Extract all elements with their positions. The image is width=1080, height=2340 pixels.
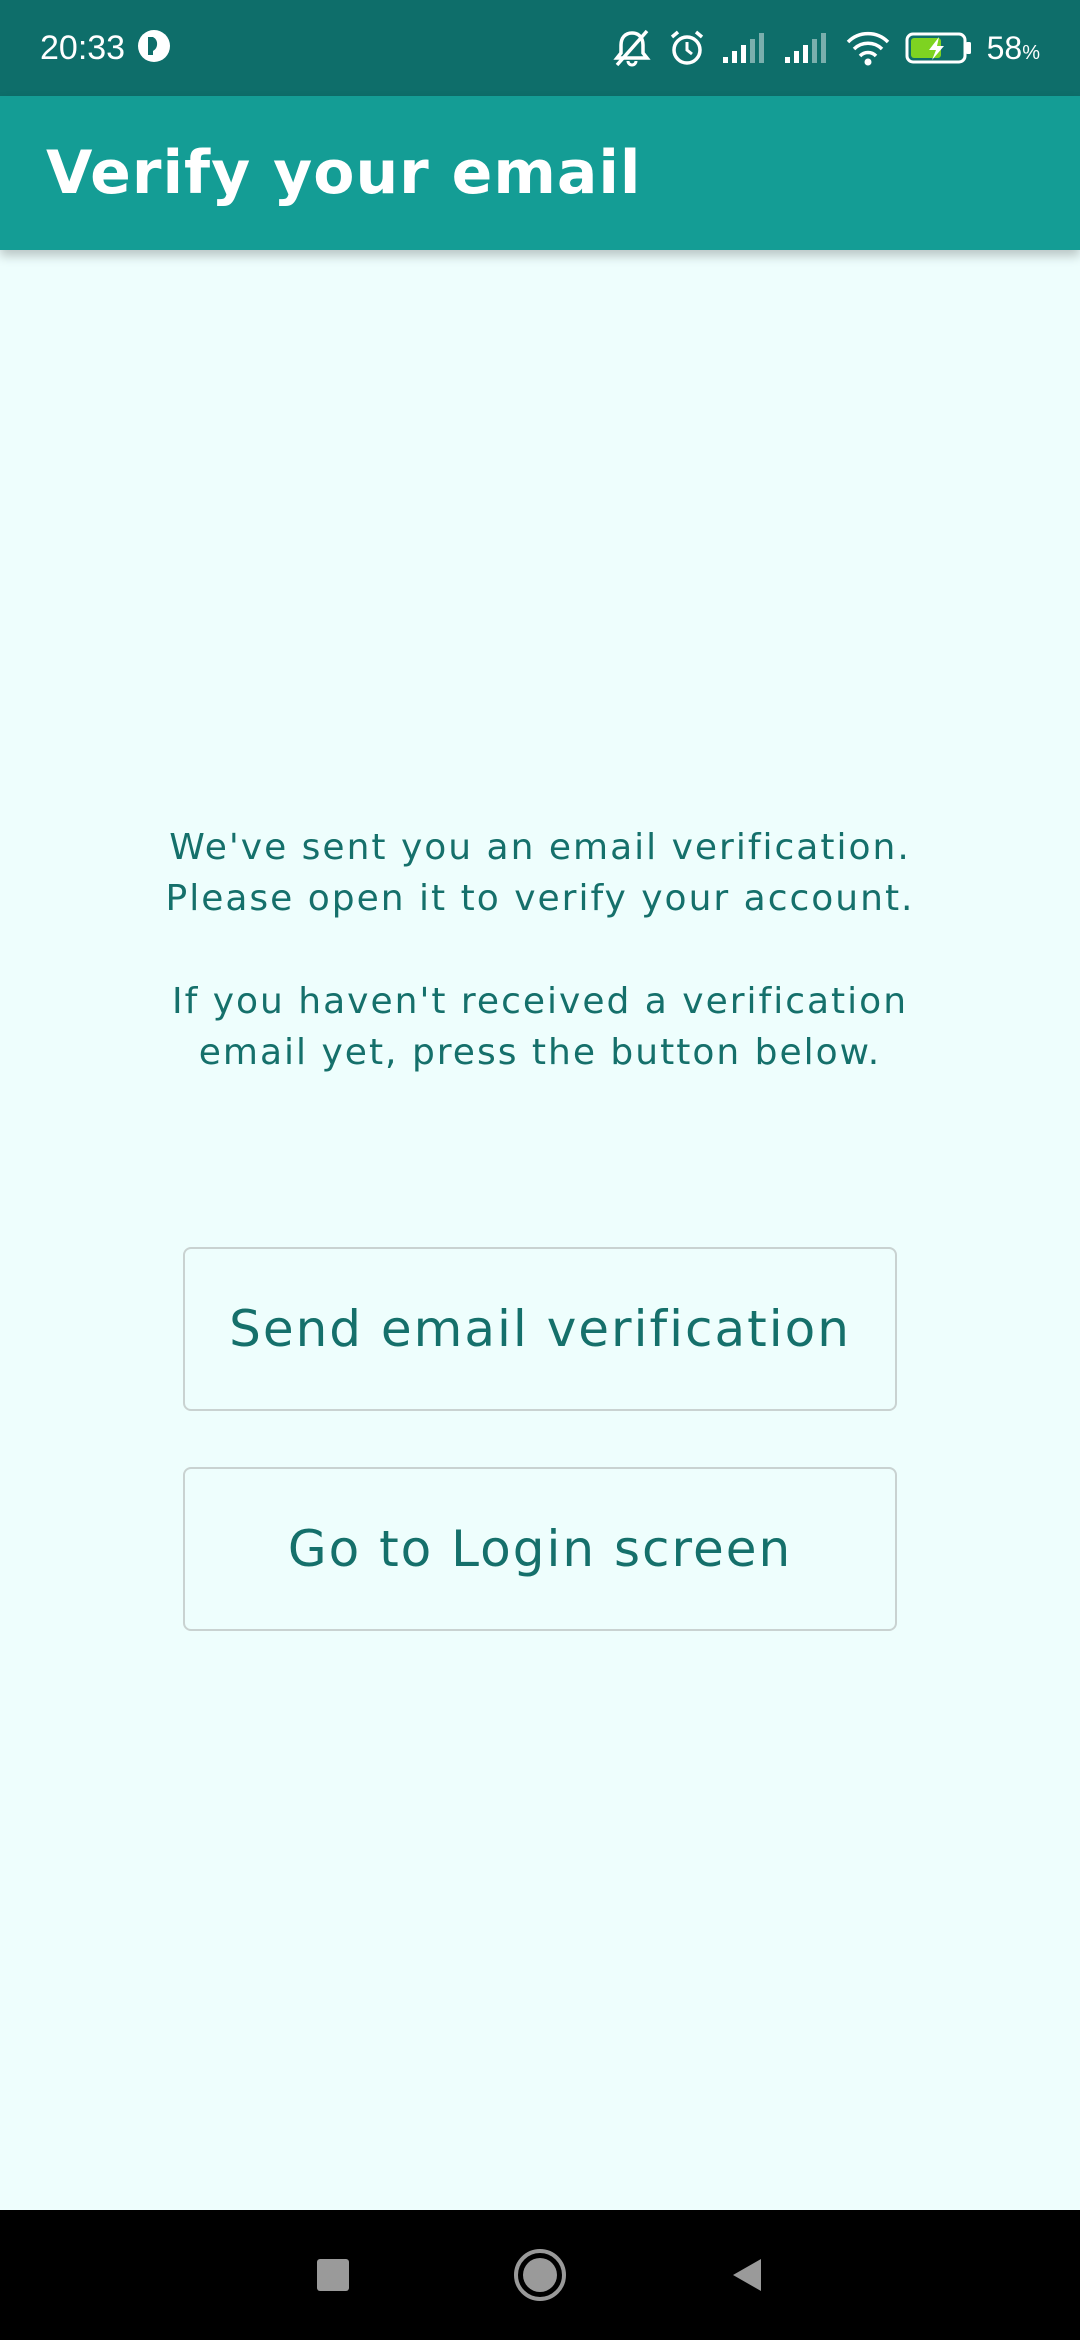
go-to-login-button[interactable]: Go to Login screen bbox=[183, 1467, 897, 1631]
message-line: If you haven't received a verification bbox=[171, 981, 909, 1022]
back-button[interactable] bbox=[707, 2235, 787, 2315]
recents-button[interactable] bbox=[293, 2235, 373, 2315]
send-email-verification-button[interactable]: Send email verification bbox=[183, 1247, 897, 1411]
status-left: 20:33 bbox=[40, 29, 171, 68]
app-notification-icon bbox=[137, 29, 171, 67]
alarm-icon bbox=[667, 28, 707, 68]
home-button[interactable] bbox=[500, 2235, 580, 2315]
signal-icon bbox=[721, 31, 769, 65]
app-bar: Verify your email bbox=[0, 96, 1080, 250]
navigation-bar bbox=[0, 2210, 1080, 2340]
status-time: 20:33 bbox=[40, 28, 126, 67]
message-line: We've sent you an email verification. bbox=[169, 827, 911, 868]
battery-charging-icon bbox=[905, 31, 973, 65]
recents-square-icon bbox=[317, 2259, 350, 2291]
page-title: Verify your email bbox=[46, 138, 642, 208]
status-bar: 20:33 58% bbox=[0, 0, 1080, 96]
signal-icon bbox=[783, 31, 831, 65]
message-line: Please open it to verify your account. bbox=[165, 878, 915, 919]
verification-message: We've sent you an email verification. Pl… bbox=[0, 822, 1080, 1078]
message-line: email yet, press the button below. bbox=[198, 1032, 882, 1073]
status-right: 58% bbox=[611, 28, 1040, 68]
message-paragraph-sent: We've sent you an email verification. Pl… bbox=[0, 822, 1080, 924]
back-triangle-icon bbox=[732, 2259, 761, 2291]
message-paragraph-resend: If you haven't received a verification e… bbox=[0, 976, 1080, 1078]
battery-percent: 58% bbox=[986, 29, 1040, 66]
home-circle-icon bbox=[513, 2249, 566, 2301]
bell-muted-icon bbox=[611, 28, 653, 68]
wifi-icon bbox=[845, 30, 891, 66]
